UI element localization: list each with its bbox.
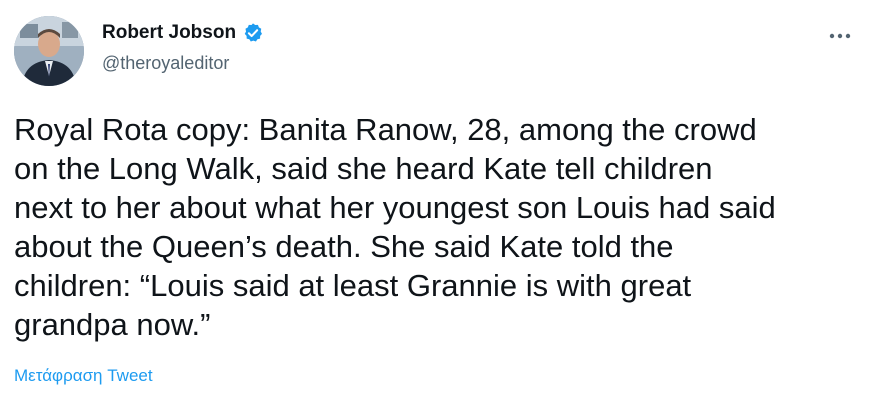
tweet-text-line: on the Long Walk, said she heard Kate te…	[14, 151, 713, 186]
author-row: Robert Jobson	[102, 22, 264, 44]
tweet-text-line: about the Queen’s death. She said Kate t…	[14, 229, 674, 264]
translate-tweet-link[interactable]: Μετάφραση Tweet	[14, 366, 153, 386]
tweet-text-line: next to her about what her youngest son …	[14, 190, 776, 225]
avatar-photo	[14, 16, 84, 86]
tweet-text-line: grandpa now.”	[14, 307, 211, 342]
tweet-text: Royal Rota copy: Banita Ranow, 28, among…	[14, 110, 874, 344]
tweet-text-line: children: “Louis said at least Grannie i…	[14, 268, 692, 303]
tweet-card: Robert Jobson @theroyaleditor Royal Rota…	[0, 0, 880, 403]
tweet-text-line: Royal Rota copy: Banita Ranow, 28, among…	[14, 112, 757, 147]
more-options-icon[interactable]	[828, 24, 852, 44]
verified-badge-icon	[242, 22, 264, 44]
author-handle[interactable]: @theroyaleditor	[102, 53, 229, 74]
avatar[interactable]	[14, 16, 84, 86]
author-name[interactable]: Robert Jobson	[102, 22, 236, 44]
